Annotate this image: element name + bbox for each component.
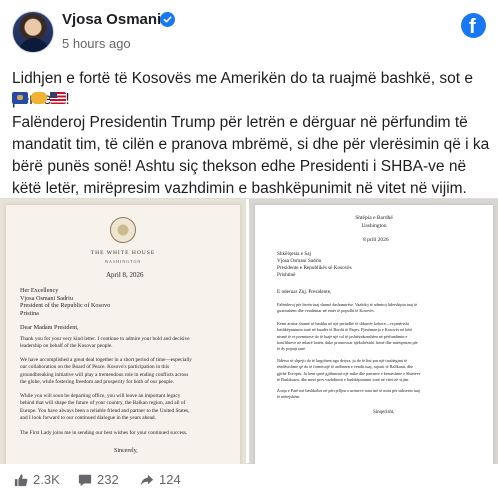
emoji-row xyxy=(12,89,69,105)
letter-photo-english[interactable]: THE WHITE HOUSE WASHINGTON April 8, 2026… xyxy=(0,199,246,464)
letter-paragraph-3: Ndërsa së shpejti do të largoheni nga de… xyxy=(277,358,421,382)
letterhead-title: THE WHITE HOUSE xyxy=(90,250,156,256)
letter-paragraph-4: Zonja e Parë më bashkohet në përcjelljen… xyxy=(277,388,420,400)
letter-addressee: Her Excellency Vjosa Osmani Sadriu Presi… xyxy=(20,287,111,317)
author-name[interactable]: Vjosa Osmani xyxy=(62,11,161,28)
facebook-logo-icon[interactable]: f xyxy=(461,13,486,38)
share-icon xyxy=(140,474,154,486)
verified-badge-icon xyxy=(160,12,175,27)
presidential-seal-icon xyxy=(110,217,136,243)
comment-count-value: 232 xyxy=(97,472,119,487)
comment-count[interactable]: 232 xyxy=(78,470,138,490)
post-text-body: Falënderoj Presidentin Trump për letrën … xyxy=(12,114,490,197)
letter-photo-albanian[interactable]: Shtëpia e Bardhë Uashington 8 prill 2026… xyxy=(249,199,498,464)
engagement-bar: 2.3K 232 124 xyxy=(0,470,498,492)
post-header: Vjosa Osmani 5 hours ago f xyxy=(0,0,498,60)
letter-paragraph-1: Falënderoj për letrën tuaj shumë dashami… xyxy=(277,302,418,314)
comment-icon xyxy=(78,474,92,487)
letter-closing: Sinqerisht, xyxy=(373,410,395,415)
letter-salutation: E nderuar Znj. Presidente, xyxy=(277,289,332,295)
letter-paragraph-1: Thank you for your very kind letter. I c… xyxy=(20,336,190,350)
avatar[interactable] xyxy=(12,11,54,53)
post-photos: THE WHITE HOUSE WASHINGTON April 8, 2026… xyxy=(0,198,498,464)
letter-paper: THE WHITE HOUSE WASHINGTON April 8, 2026… xyxy=(6,205,240,464)
letter-date: April 8, 2026 xyxy=(106,271,144,279)
post-timestamp[interactable]: 5 hours ago xyxy=(62,36,131,51)
avatar-figure xyxy=(19,38,49,52)
letter-salutation: Dear Madam President, xyxy=(20,324,79,331)
usa-flag-icon xyxy=(50,91,66,104)
handshake-icon xyxy=(31,91,47,104)
letter-paper: Shtëpia e Bardhë Uashington 8 prill 2026… xyxy=(255,205,493,464)
kosovo-flag-icon xyxy=(12,91,28,104)
like-count[interactable]: 2.3K xyxy=(14,470,74,490)
like-count-value: 2.3K xyxy=(33,472,60,487)
letter-paragraph-2: Kemi arritur shumë së bashku në një peri… xyxy=(277,321,418,352)
letter-paragraph-3: While you will soon be departing office,… xyxy=(20,393,190,421)
letter-header: Shtëpia e Bardhë Uashington xyxy=(355,215,393,229)
post-text-line1: Lidhjen e fortë të Kosovës me Amerikën d… xyxy=(12,70,473,108)
letterhead-subtitle: WASHINGTON xyxy=(104,259,142,264)
share-count-value: 124 xyxy=(159,472,181,487)
share-count[interactable]: 124 xyxy=(140,470,200,490)
letter-addressee: Shkëlqesia e Saj Vjosa Osmani Sadriu Pre… xyxy=(277,251,352,278)
letter-paragraph-2: We have accomplished a great deal togeth… xyxy=(20,357,192,385)
thumbs-up-icon xyxy=(14,474,28,487)
letter-closing: Sincerely, xyxy=(114,448,138,454)
letter-paragraph-4: The First Lady joins me in sending our b… xyxy=(20,430,188,436)
letter-date: 8 prill 2026 xyxy=(363,237,389,243)
